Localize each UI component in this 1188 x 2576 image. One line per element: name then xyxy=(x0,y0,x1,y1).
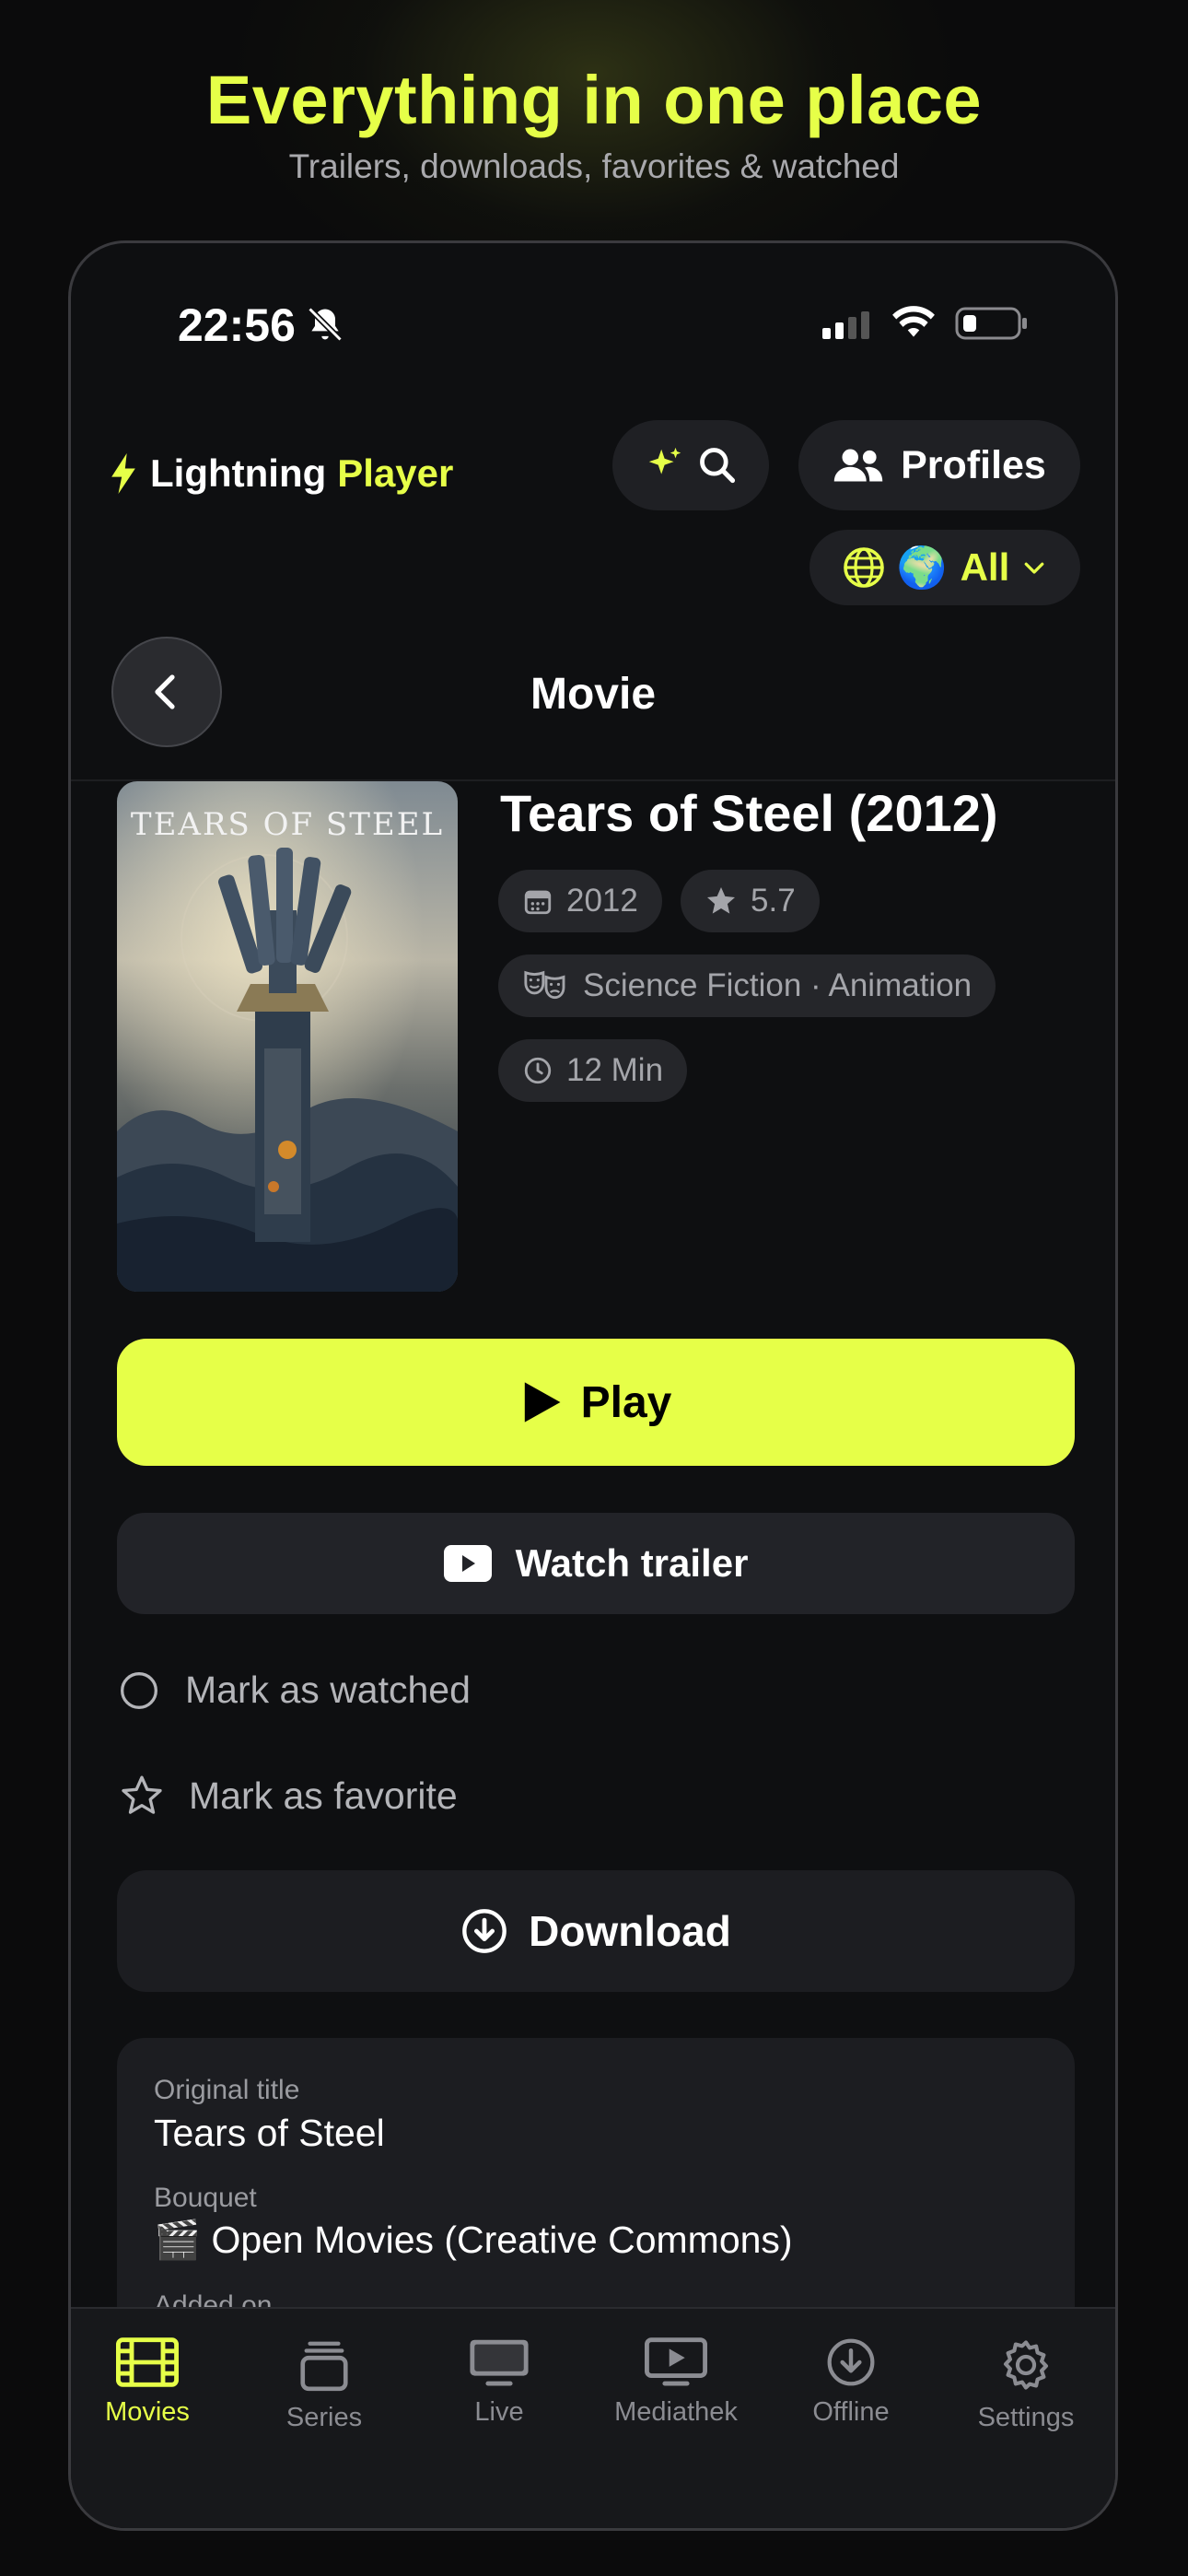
signal-icon xyxy=(822,311,869,339)
watch-trailer-label: Watch trailer xyxy=(515,1541,749,1585)
page-title: Movie xyxy=(530,670,657,719)
download-label: Download xyxy=(529,1907,731,1955)
language-label: All xyxy=(960,545,1010,589)
play-button[interactable]: Play xyxy=(117,1339,1075,1466)
rating-chip: 5.7 xyxy=(681,870,820,932)
phone-frame: 22:56 Lightning Player Profiles 🌍 All Mo… xyxy=(68,240,1118,2531)
download-icon xyxy=(827,2338,875,2386)
language-flag: 🌍 xyxy=(896,545,948,591)
rating-label: 5.7 xyxy=(751,883,796,919)
original-title-value: Tears of Steel xyxy=(154,2112,385,2154)
tab-series[interactable]: Series xyxy=(246,2336,402,2433)
mark-favorite-label: Mark as favorite xyxy=(189,1774,458,1817)
status-bar: 22:56 xyxy=(71,243,1115,391)
gear-icon xyxy=(1003,2340,1049,2390)
bell-slash-icon xyxy=(308,307,343,342)
chevron-down-icon xyxy=(1024,562,1044,574)
tab-movies-label: Movies xyxy=(105,2397,190,2427)
download-button[interactable]: Download xyxy=(117,1870,1075,1992)
wifi-icon xyxy=(892,306,935,337)
play-label: Play xyxy=(580,1377,672,1427)
year-chip: 2012 xyxy=(498,870,662,932)
movie-title: Tears of Steel (2012) xyxy=(500,784,998,842)
stack-icon xyxy=(300,2341,348,2392)
logo-word-lightning: Lightning xyxy=(150,451,327,495)
tab-live[interactable]: Live xyxy=(421,2336,577,2428)
tab-mediathek[interactable]: Mediathek xyxy=(598,2336,754,2428)
tab-settings-label: Settings xyxy=(977,2403,1075,2432)
battery-icon xyxy=(955,307,1027,340)
status-time: 22:56 xyxy=(178,299,296,351)
original-title-label: Original title xyxy=(154,2075,300,2105)
genre-chip: Science Fiction · Animation xyxy=(498,954,996,1017)
tab-movies[interactable]: Movies xyxy=(71,2336,226,2428)
profiles-label: Profiles xyxy=(901,442,1046,487)
logo-word-player: Player xyxy=(337,451,454,495)
poster-art: TEARS OF STEEL xyxy=(117,781,458,1292)
tv-icon xyxy=(470,2339,529,2386)
tab-offline-label: Offline xyxy=(812,2397,890,2427)
ai-search-button[interactable] xyxy=(612,420,769,510)
tab-mediathek-label: Mediathek xyxy=(614,2397,738,2427)
play-icon xyxy=(524,1382,561,1423)
profiles-button[interactable]: Profiles xyxy=(798,420,1080,510)
tab-offline[interactable]: Offline xyxy=(773,2336,929,2428)
promo-subline: Trailers, downloads, favorites & watched xyxy=(288,147,900,185)
youtube-icon xyxy=(443,1545,492,1582)
star-icon xyxy=(707,887,735,914)
theater-masks-icon xyxy=(524,970,565,1000)
genre-label: Science Fiction · Animation xyxy=(583,967,973,1003)
duration-chip: 12 Min xyxy=(498,1039,688,1102)
tab-live-label: Live xyxy=(474,2397,524,2427)
film-icon xyxy=(116,2337,179,2387)
tab-bar: Movies Series Live Mediathek Offline Set… xyxy=(71,2307,1115,2528)
lightning-icon xyxy=(111,453,135,494)
year-label: 2012 xyxy=(566,883,638,919)
sparkles-icon xyxy=(648,447,681,474)
promo-headline: Everything in one place xyxy=(205,62,983,138)
circle-outline-icon xyxy=(121,1671,157,1709)
duration-label: 12 Min xyxy=(566,1052,664,1088)
play-screen-icon xyxy=(645,2337,707,2386)
mark-watched-toggle[interactable]: Mark as watched xyxy=(119,1669,471,1712)
bouquet-value: 🎬 Open Movies (Creative Commons) xyxy=(154,2219,793,2261)
download-icon xyxy=(462,1909,507,1953)
app-logo: Lightning Player xyxy=(110,451,453,496)
language-filter-dropdown[interactable]: 🌍 All xyxy=(809,530,1080,605)
search-icon xyxy=(700,448,736,484)
tab-settings[interactable]: Settings xyxy=(948,2336,1104,2433)
calendar-icon xyxy=(524,890,552,915)
bouquet-label: Bouquet xyxy=(154,2183,257,2213)
globe-icon xyxy=(843,547,884,588)
tab-series-label: Series xyxy=(285,2403,363,2432)
poster-title-text: TEARS OF STEEL xyxy=(131,806,444,843)
people-icon xyxy=(833,449,883,482)
star-outline-icon xyxy=(122,1775,162,1814)
clock-icon xyxy=(524,1057,552,1084)
watch-trailer-button[interactable]: Watch trailer xyxy=(117,1513,1075,1614)
mark-watched-label: Mark as watched xyxy=(185,1669,471,1711)
mark-favorite-toggle[interactable]: Mark as favorite xyxy=(119,1773,458,1819)
movie-poster[interactable]: TEARS OF STEEL xyxy=(117,781,458,1292)
